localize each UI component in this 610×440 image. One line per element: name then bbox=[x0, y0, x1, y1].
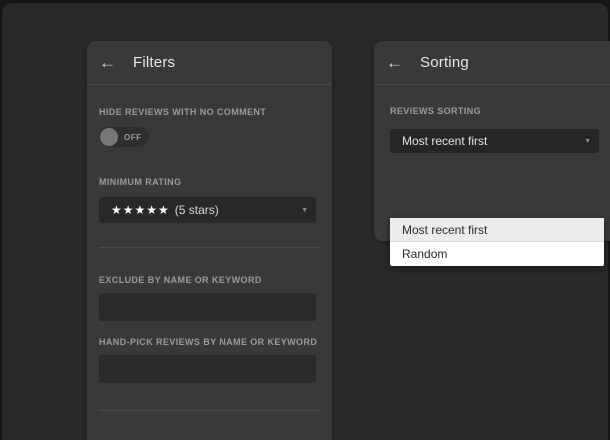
toggle-knob bbox=[100, 128, 118, 146]
dropdown-option-random[interactable]: Random bbox=[390, 242, 604, 266]
rating-text: (5 stars) bbox=[175, 203, 219, 217]
section-divider bbox=[99, 410, 320, 411]
exclude-keyword-input[interactable] bbox=[99, 293, 316, 321]
selected-option-text: Most recent first bbox=[402, 134, 487, 148]
reviews-sorting-select[interactable]: Most recent first ▼ bbox=[390, 129, 599, 153]
chevron-down-icon: ▼ bbox=[301, 207, 308, 214]
minimum-rating-label: MINIMUM RATING bbox=[99, 177, 320, 187]
filters-title: Filters bbox=[133, 54, 175, 71]
handpick-keyword-input[interactable] bbox=[99, 355, 316, 383]
sorting-header: ← Sorting bbox=[374, 41, 610, 85]
back-arrow-icon[interactable]: ← bbox=[386, 54, 408, 71]
dropdown-option-most-recent[interactable]: Most recent first bbox=[390, 218, 604, 242]
sorting-dropdown-menu: Most recent first Random bbox=[390, 218, 604, 266]
sorting-title: Sorting bbox=[420, 54, 469, 71]
app-surface: ← Filters HIDE REVIEWS WITH NO COMMENT O… bbox=[2, 3, 608, 440]
filters-panel: ← Filters HIDE REVIEWS WITH NO COMMENT O… bbox=[87, 41, 332, 440]
exclude-keyword-label: EXCLUDE BY NAME OR KEYWORD bbox=[99, 275, 320, 285]
handpick-keyword-label: HAND-PICK REVIEWS BY NAME OR KEYWORD bbox=[99, 337, 320, 347]
sorting-panel: ← Sorting REVIEWS SORTING Most recent fi… bbox=[374, 41, 610, 241]
hide-no-comment-toggle[interactable]: OFF bbox=[99, 127, 149, 147]
minimum-rating-select[interactable]: ★★★★★ (5 stars) ▼ bbox=[99, 197, 316, 223]
back-arrow-icon[interactable]: ← bbox=[99, 54, 121, 71]
hide-no-comment-label: HIDE REVIEWS WITH NO COMMENT bbox=[99, 107, 320, 117]
filters-body: HIDE REVIEWS WITH NO COMMENT OFF MINIMUM… bbox=[87, 107, 332, 440]
filters-header: ← Filters bbox=[87, 41, 332, 85]
star-icons: ★★★★★ bbox=[111, 203, 170, 217]
toggle-state-label: OFF bbox=[124, 133, 142, 142]
sorting-body: REVIEWS SORTING Most recent first ▼ Most… bbox=[374, 106, 610, 153]
chevron-down-icon: ▼ bbox=[584, 138, 591, 145]
section-divider bbox=[99, 247, 320, 248]
reviews-sorting-label: REVIEWS SORTING bbox=[390, 106, 608, 116]
